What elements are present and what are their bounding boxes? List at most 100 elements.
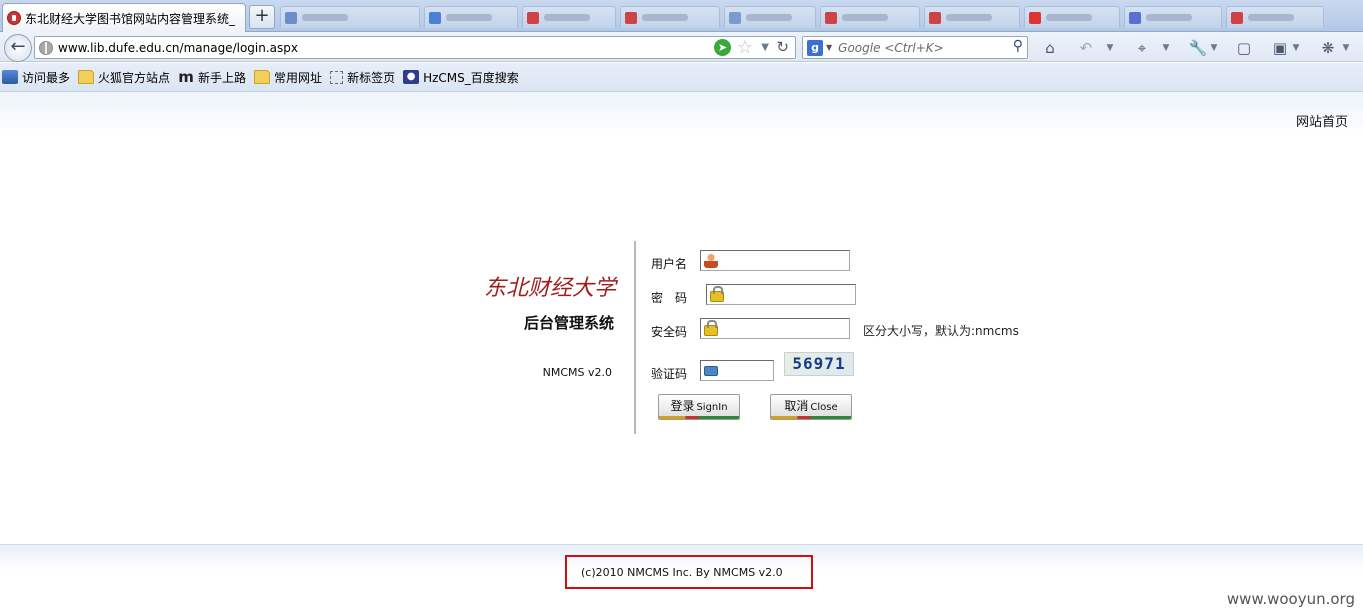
signin-label-en: SignIn — [696, 402, 728, 413]
tab-active[interactable]: 东北财经大学图书馆网站内容管理系统_ — [2, 3, 246, 32]
baidu-paw-icon: ● — [403, 70, 420, 84]
go-arrow-icon[interactable]: ➤ — [714, 39, 731, 56]
tab-background-5[interactable] — [724, 6, 816, 28]
password-input[interactable] — [727, 286, 851, 303]
security-code-label: 安全码 — [651, 325, 688, 339]
bookmark-common-sites[interactable]: 常用网址 — [254, 69, 322, 86]
bookmark-label: 新手上路 — [198, 70, 247, 85]
addon-dropdown-icon[interactable]: ▼ — [1340, 38, 1352, 58]
tab-background-8[interactable] — [1024, 6, 1120, 28]
bookmark-label: 常用网址 — [274, 70, 323, 85]
tab-background-2[interactable] — [424, 6, 518, 28]
tab-favicon-icon — [1231, 11, 1243, 24]
captcha-image[interactable]: 56971 — [784, 352, 854, 376]
crop-icon[interactable]: ⌖ — [1132, 38, 1152, 58]
dashed-page-icon — [330, 70, 344, 84]
lock-icon — [704, 320, 718, 336]
keyboard-icon — [704, 366, 718, 376]
google-engine-icon[interactable]: g — [807, 39, 823, 56]
history-dropdown-icon[interactable]: ▼ — [761, 40, 769, 56]
bookmark-hzcms-baidu[interactable]: ● HzCMS_百度搜索 — [403, 69, 519, 86]
bookmark-label: 火狐官方站点 — [98, 70, 171, 85]
folder-icon — [78, 70, 95, 84]
new-tab-button[interactable]: + — [249, 5, 275, 29]
wrench-dropdown-icon[interactable]: ▼ — [1208, 38, 1220, 58]
bookmark-new-tab[interactable]: 新标签页 — [330, 69, 395, 86]
tab-background-6[interactable] — [820, 6, 920, 28]
reload-icon[interactable]: ↻ — [776, 37, 789, 58]
security-code-field[interactable] — [700, 318, 850, 339]
tab-favicon-icon — [1129, 11, 1141, 24]
tab-background-10[interactable] — [1226, 6, 1324, 28]
tab-background-7[interactable] — [924, 6, 1020, 28]
tab-blurred-title — [1248, 14, 1294, 21]
tab-background-9[interactable] — [1124, 6, 1222, 28]
site-home-link[interactable]: 网站首页 — [1296, 111, 1348, 130]
username-input[interactable] — [721, 252, 845, 269]
navigation-toolbar: ← ➤ ☆ ▼ ↻ g ▼ ⚲ ⌂ ↶ ▼ ⌖ ▼ 🔧 ▼ ▢ ▣ ▼ ❋ ▼ — [0, 32, 1363, 62]
brand-title: 东北财经大学 — [483, 276, 616, 301]
tab-blurred-title — [642, 14, 688, 21]
close-label-en: Close — [810, 402, 838, 413]
tab-background-4[interactable] — [620, 6, 720, 28]
address-bar[interactable]: ➤ ☆ ▼ ↻ — [34, 36, 796, 59]
tab-background-1[interactable] — [280, 6, 420, 28]
user-icon — [704, 253, 718, 268]
bookmark-label: 新标签页 — [347, 70, 396, 85]
vertical-divider — [634, 241, 636, 434]
tab-favicon-icon — [285, 11, 297, 24]
signin-label: 登录 — [670, 399, 695, 413]
folder-icon — [254, 70, 271, 84]
username-field[interactable] — [700, 250, 850, 271]
password-label: 密 码 — [651, 291, 688, 305]
undo-icon[interactable]: ↶ — [1076, 38, 1096, 58]
wrench-icon[interactable]: 🔧 — [1188, 38, 1208, 58]
page-header-band — [0, 92, 1363, 138]
captcha-input[interactable] — [721, 362, 769, 379]
captcha-field[interactable] — [700, 360, 774, 381]
undo-dropdown-icon[interactable]: ▼ — [1104, 38, 1116, 58]
username-label: 用户名 — [651, 257, 688, 271]
engine-dropdown-icon[interactable]: ▼ — [826, 43, 832, 52]
window-icon[interactable]: ▣ — [1270, 38, 1290, 58]
tab-strip: 东北财经大学图书馆网站内容管理系统_ + — [0, 0, 1363, 32]
lock-icon — [710, 286, 724, 302]
tab-blurred-title — [544, 14, 590, 21]
bookmark-star-icon[interactable]: ☆ — [737, 37, 753, 58]
search-bar[interactable]: g ▼ ⚲ — [802, 36, 1028, 59]
search-magnifier-icon[interactable]: ⚲ — [1013, 38, 1023, 54]
brand-version: NMCMS v2.0 — [542, 366, 612, 379]
tab-blurred-title — [1046, 14, 1092, 21]
password-field[interactable] — [706, 284, 856, 305]
search-input[interactable] — [838, 40, 999, 55]
close-button[interactable]: 取消 Close — [770, 394, 852, 420]
addon-bug-icon[interactable]: ❋ — [1318, 38, 1338, 58]
bookmark-getting-started[interactable]: m 新手上路 — [178, 69, 246, 86]
crop-dropdown-icon[interactable]: ▼ — [1160, 38, 1172, 58]
tab-blurred-title — [302, 14, 348, 21]
copyright-text: (c)2010 NMCMS Inc. By NMCMS v2.0 — [581, 566, 783, 579]
most-visited-icon — [2, 70, 18, 84]
back-button[interactable]: ← — [4, 34, 32, 62]
tab-blurred-title — [446, 14, 492, 21]
tab-background-3[interactable] — [522, 6, 616, 28]
sidebar-toggle-icon[interactable]: ▢ — [1234, 38, 1254, 58]
close-label: 取消 — [784, 399, 809, 413]
tab-blurred-title — [746, 14, 792, 21]
tab-favicon-icon — [729, 11, 741, 24]
bookmark-most-visited[interactable]: 访问最多 — [2, 69, 70, 86]
signin-button[interactable]: 登录 SignIn — [658, 394, 740, 420]
tab-favicon-icon — [527, 11, 539, 24]
bookmark-label: HzCMS_百度搜索 — [423, 70, 519, 85]
site-favicon-icon — [7, 11, 21, 25]
window-dropdown-icon[interactable]: ▼ — [1290, 38, 1302, 58]
tab-blurred-title — [1146, 14, 1192, 21]
tab-favicon-icon — [929, 11, 941, 24]
watermark-text: www.wooyun.org — [1226, 590, 1355, 608]
url-input[interactable] — [58, 40, 718, 55]
security-code-input[interactable] — [721, 320, 845, 337]
bookmark-firefox-site[interactable]: 火狐官方站点 — [78, 69, 170, 86]
home-icon[interactable]: ⌂ — [1040, 38, 1060, 58]
tab-favicon-icon — [625, 11, 637, 24]
bookmark-label: 访问最多 — [22, 70, 71, 85]
